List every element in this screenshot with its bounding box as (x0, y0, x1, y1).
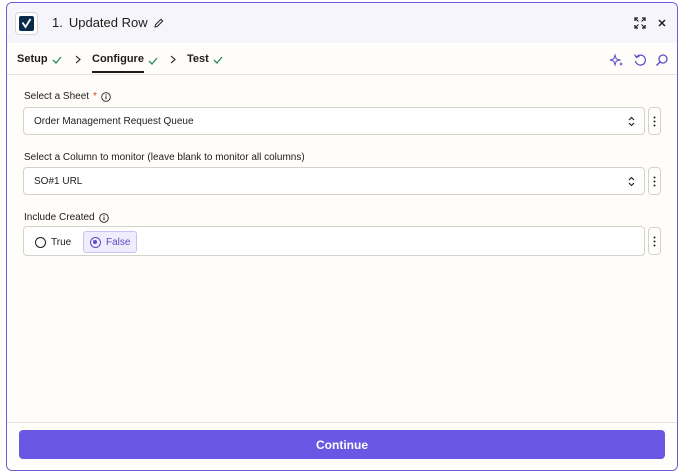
column-select-value: SO#1 URL (34, 175, 83, 187)
chevron-right-icon (75, 55, 81, 64)
continue-button[interactable]: Continue (19, 430, 665, 459)
include-created-more-button[interactable] (648, 227, 661, 255)
column-more-button[interactable] (648, 167, 661, 195)
column-label-text: Select a Column to monitor (leave blank … (24, 152, 305, 163)
edit-title-button[interactable] (153, 18, 164, 28)
tab-test[interactable]: Test (187, 53, 223, 71)
include-created-label-text: Include Created (24, 212, 95, 223)
close-button[interactable] (655, 16, 669, 30)
column-select[interactable]: SO#1 URL (23, 167, 645, 195)
radio-false[interactable]: False (83, 231, 138, 253)
required-marker: * (93, 91, 97, 102)
ai-sparkle-icon[interactable] (610, 53, 624, 67)
step-title-text: Updated Row (68, 15, 148, 30)
more-vertical-icon (653, 116, 656, 126)
tab-setup-label: Setup (17, 53, 48, 65)
more-vertical-icon (653, 176, 656, 186)
smartsheet-logo-icon (19, 16, 34, 31)
step-tabs: Setup Configure Test (7, 43, 677, 75)
panel-footer: Continue (7, 422, 677, 470)
sheet-field-label: Select a Sheet * (24, 91, 111, 102)
radio-true[interactable]: True (29, 231, 77, 253)
chevron-up-down-icon (628, 116, 635, 127)
radio-false-label: False (106, 236, 131, 248)
undo-icon[interactable] (633, 53, 647, 67)
include-created-radio-group: True False (23, 226, 645, 256)
step-title: 1. Updated Row (52, 15, 164, 30)
step-panel: 1. Updated Row Setup Configure Test Sele… (6, 2, 678, 471)
sheet-select[interactable]: Order Management Request Queue (23, 107, 645, 135)
search-icon[interactable] (655, 53, 669, 67)
panel-header: 1. Updated Row (7, 3, 677, 43)
step-number: 1. (52, 15, 63, 30)
info-icon[interactable] (98, 212, 109, 223)
expand-button[interactable] (633, 16, 647, 30)
expand-icon (634, 17, 646, 29)
tab-test-label: Test (187, 53, 209, 65)
tab-setup[interactable]: Setup (17, 53, 62, 71)
sheet-more-button[interactable] (648, 107, 661, 135)
radio-circle-selected (90, 236, 101, 248)
radio-circle (35, 236, 46, 248)
more-vertical-icon (653, 236, 656, 246)
chevron-right-icon (170, 55, 176, 64)
close-icon (658, 19, 666, 27)
column-field-label: Select a Column to monitor (leave blank … (24, 152, 305, 163)
sheet-select-value: Order Management Request Queue (34, 115, 194, 127)
tab-configure-label: Configure (92, 53, 144, 73)
tab-configure[interactable]: Configure (92, 53, 158, 73)
chevron-up-down-icon (628, 176, 635, 187)
check-icon (148, 57, 158, 65)
check-icon (52, 56, 62, 64)
include-created-label: Include Created (24, 212, 109, 223)
app-logo (15, 12, 38, 35)
sheet-label-text: Select a Sheet (24, 91, 90, 102)
check-icon (213, 56, 223, 64)
pencil-icon (153, 18, 164, 28)
radio-true-label: True (51, 236, 72, 248)
info-icon[interactable] (101, 91, 111, 102)
